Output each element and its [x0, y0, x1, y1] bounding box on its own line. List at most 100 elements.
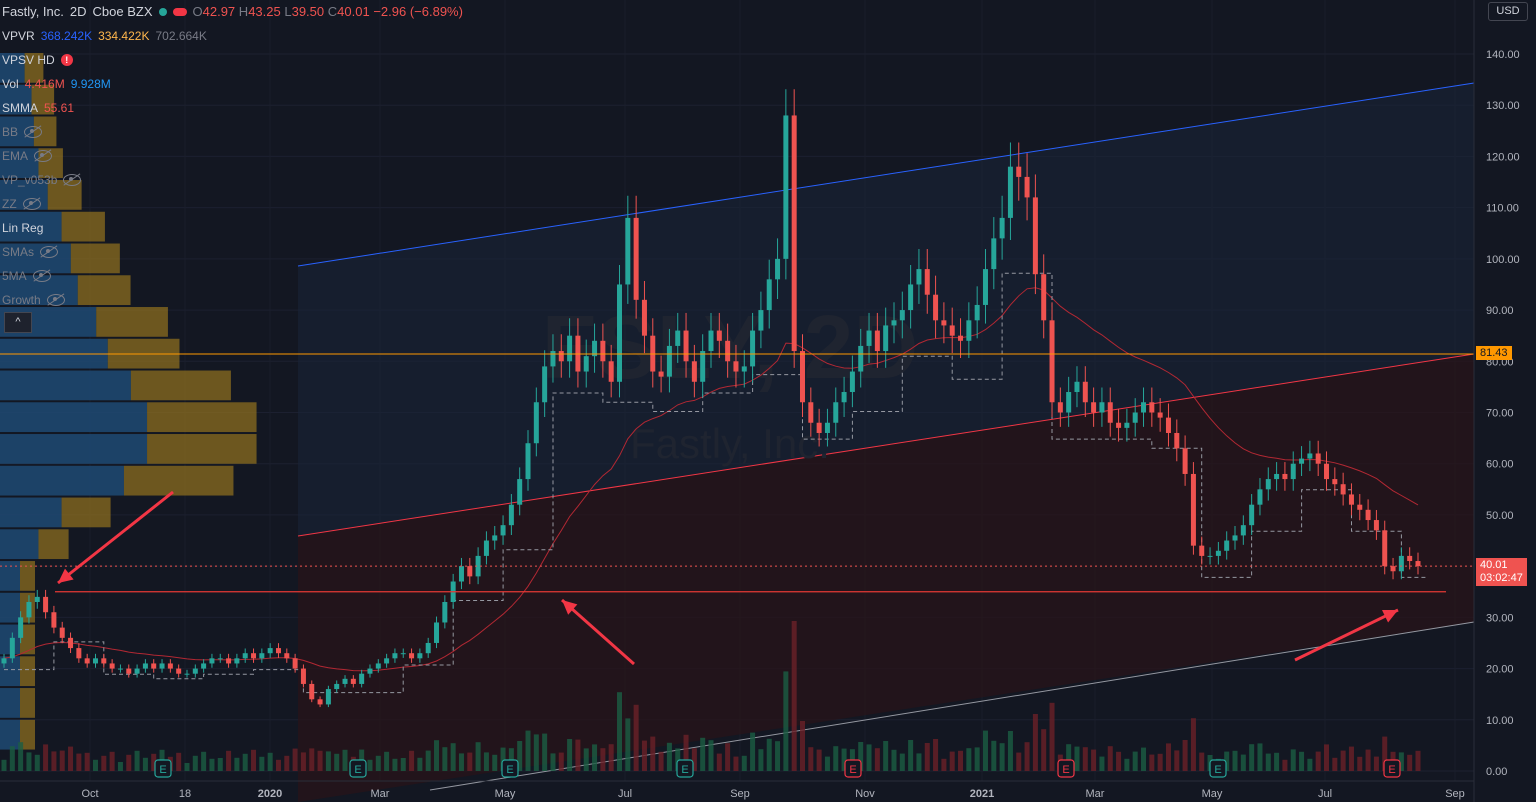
candle-body: [750, 330, 756, 367]
indicator-vpsv[interactable]: VPSV HD !: [2, 48, 463, 72]
volume-bar: [259, 756, 265, 771]
volume-bar: [575, 739, 581, 771]
volume-bar: [708, 740, 714, 771]
candle-body: [43, 596, 49, 613]
candle-body: [151, 663, 157, 669]
volume-bar: [76, 753, 82, 771]
volume-bar: [600, 748, 606, 771]
volume-bar: [292, 748, 298, 771]
candle-body: [675, 330, 681, 346]
volume-bar: [974, 747, 980, 771]
indicator-5ma[interactable]: 5MA: [2, 264, 463, 288]
indicator-vol[interactable]: Vol 4.416M 9.928M: [2, 72, 463, 96]
volume-bar: [300, 752, 306, 771]
volume-bar: [816, 749, 822, 771]
symbol-name[interactable]: Fastly, Inc.: [2, 0, 64, 24]
vp-row-up: [0, 370, 131, 401]
volume-bar: [775, 741, 781, 771]
volume-bar: [392, 758, 398, 771]
indicator-growth[interactable]: Growth: [2, 288, 463, 312]
volume-bar: [275, 759, 281, 771]
vp-row-down: [20, 656, 35, 687]
volume-bar: [1415, 750, 1421, 771]
candle-body: [608, 361, 614, 382]
hidden-eye-icon[interactable]: [32, 270, 51, 282]
volume-bar: [716, 753, 722, 771]
volume-bar: [1174, 750, 1180, 771]
volume-bar: [1165, 743, 1171, 771]
volume-bar: [325, 751, 331, 771]
vp-row-down: [61, 497, 111, 528]
volume-bar: [176, 752, 182, 771]
collapse-legend-button[interactable]: ^: [4, 312, 32, 333]
hidden-eye-icon[interactable]: [40, 246, 59, 258]
volume-bar: [941, 758, 947, 771]
price-axis[interactable]: 0.0010.0020.0030.0040.0050.0060.0070.008…: [1473, 0, 1536, 802]
volume-bar: [1232, 750, 1238, 771]
candle-body: [1032, 197, 1038, 275]
volume-bar: [1240, 754, 1246, 771]
indicator-linreg[interactable]: Lin Reg: [2, 216, 463, 240]
warning-icon[interactable]: !: [60, 54, 73, 66]
volume-bar: [126, 754, 132, 771]
symbol-header[interactable]: Fastly, Inc. 2D Cboe BZX O42.97 H43.25 L…: [2, 0, 463, 24]
low-value: 39.50: [291, 4, 325, 19]
indicator-vpvr[interactable]: VPVR 368.242K 334.422K 702.664K: [2, 24, 463, 48]
volume-bar: [908, 740, 914, 771]
price-axis-bg: [1474, 0, 1536, 802]
candle-body: [417, 653, 423, 659]
hidden-eye-icon[interactable]: [34, 150, 53, 162]
x-tick-label: Jul: [618, 788, 632, 800]
x-tick-label: Sep: [730, 788, 750, 800]
candle-body: [683, 330, 689, 362]
interval-label[interactable]: 2D: [70, 0, 87, 24]
candle-body: [533, 402, 539, 444]
volume-bar: [109, 751, 115, 771]
candle-body: [142, 663, 148, 669]
earnings-label: E: [849, 764, 856, 776]
candle-body: [517, 479, 523, 505]
currency-selector[interactable]: USD: [1488, 2, 1528, 21]
indicator-vp[interactable]: VP_v053b: [2, 168, 463, 192]
market-status-icon: [158, 8, 167, 16]
candle-body: [542, 366, 548, 403]
volume-bar: [334, 753, 340, 771]
vp-row-up: [0, 719, 20, 750]
candle-body: [458, 566, 464, 582]
candle-body: [126, 668, 132, 674]
volume-bar: [1016, 752, 1022, 771]
candle-body: [92, 658, 98, 664]
candle-body: [700, 351, 706, 382]
candle-body: [1249, 504, 1255, 526]
hidden-eye-icon[interactable]: [22, 198, 41, 210]
candle-body: [725, 340, 731, 362]
hidden-eye-icon[interactable]: [24, 126, 43, 138]
volume-bar: [1348, 746, 1354, 771]
candle-body: [1215, 550, 1221, 556]
volume-bar: [750, 732, 756, 771]
hidden-eye-icon[interactable]: [46, 294, 65, 306]
indicator-smma[interactable]: SMMA 55.61: [2, 96, 463, 120]
indicator-smas[interactable]: SMAs: [2, 240, 463, 264]
candle-body: [275, 648, 281, 654]
candle-body: [1348, 494, 1354, 505]
indicator-zz[interactable]: ZZ: [2, 192, 463, 216]
candle-body: [991, 238, 997, 270]
volume-bar: [766, 738, 772, 771]
y-tick-label: 0.00: [1486, 766, 1507, 778]
bar-countdown: 03:02:47: [1480, 572, 1523, 584]
candle-body: [1415, 561, 1421, 567]
candle-body: [176, 668, 182, 674]
candle-body: [300, 668, 306, 684]
last-price-value: 40.01: [1480, 559, 1508, 571]
indicator-bb[interactable]: BB: [2, 120, 463, 144]
indicator-ema[interactable]: EMA: [2, 144, 463, 168]
volume-bar: [592, 744, 598, 771]
candle-body: [1324, 463, 1330, 480]
open-value: 42.97: [202, 4, 236, 19]
volume-bar: [251, 749, 257, 771]
hidden-eye-icon[interactable]: [63, 174, 82, 186]
vp-row-down: [20, 561, 35, 591]
candle-body: [1265, 479, 1271, 490]
candle-body: [1074, 381, 1080, 393]
